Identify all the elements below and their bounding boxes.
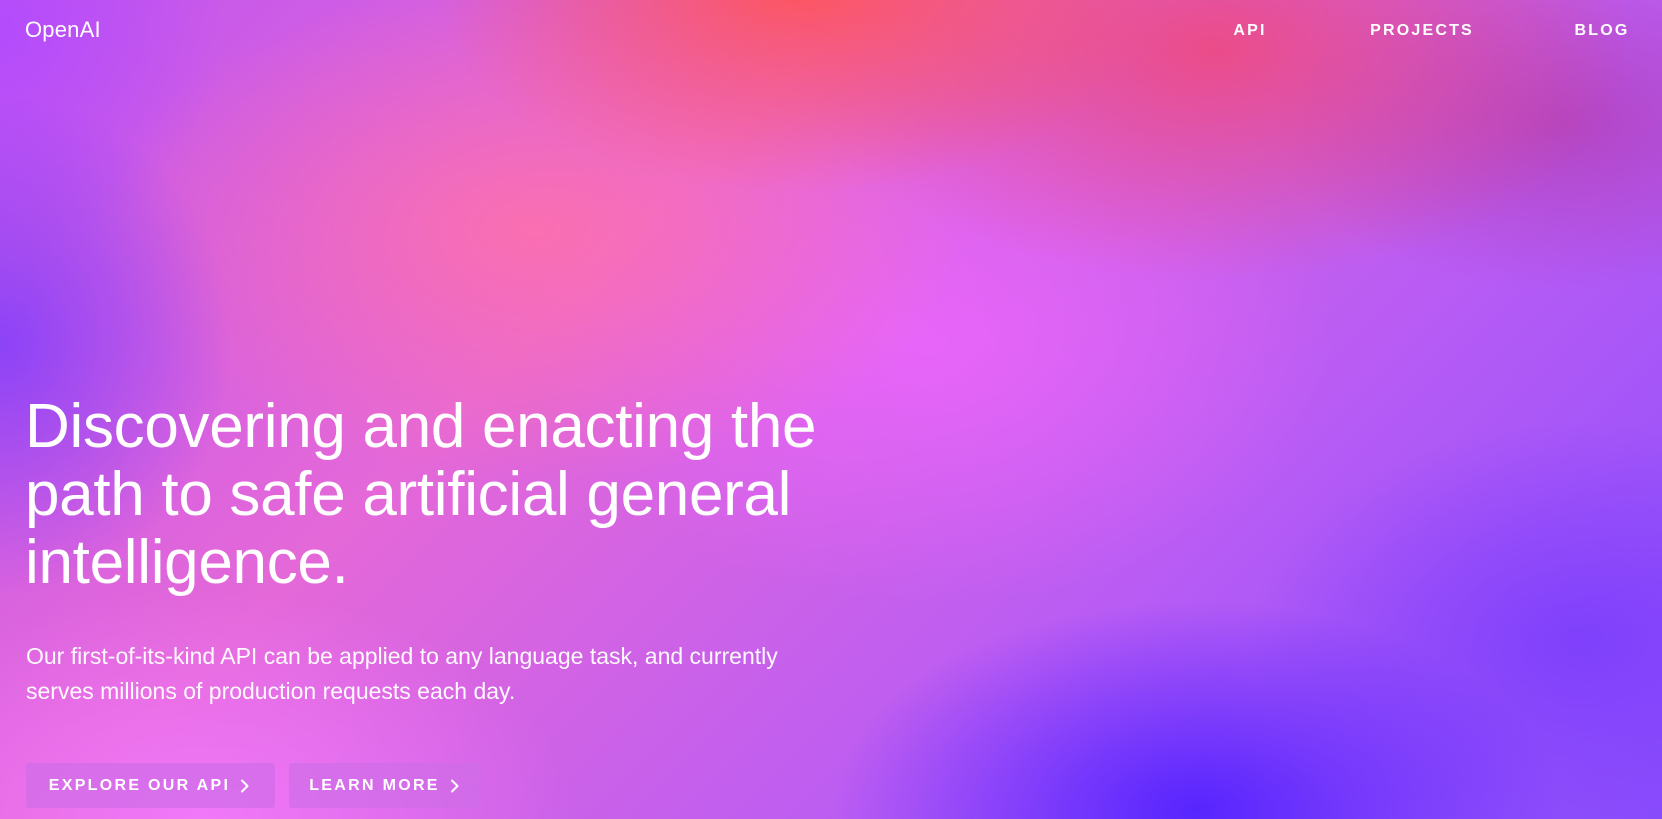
learn-more-button[interactable]: LEARN MORE [289, 763, 482, 808]
top-navigation-bar: OpenAI API PROJECTS BLOG [0, 0, 1662, 64]
explore-our-api-label: EXPLORE OUR API [48, 776, 231, 794]
hero-headline: Discovering and enacting the path to saf… [25, 392, 817, 597]
page: { "header": { "logo": "OpenAI", "nav": [… [0, 0, 1662, 819]
chevron-right-icon [238, 779, 252, 793]
explore-our-api-button[interactable]: EXPLORE OUR API [26, 763, 275, 808]
hero-description: Our first-of-its-kind API can be applied… [26, 643, 778, 704]
learn-more-label: LEARN MORE [309, 776, 440, 794]
chevron-right-icon [448, 779, 462, 793]
nav-item-api[interactable]: API [1233, 22, 1266, 40]
openai-logo-link[interactable]: OpenAI [25, 17, 101, 43]
nav-item-projects[interactable]: PROJECTS [1370, 22, 1474, 40]
nav-item-blog[interactable]: BLOG [1574, 22, 1629, 40]
